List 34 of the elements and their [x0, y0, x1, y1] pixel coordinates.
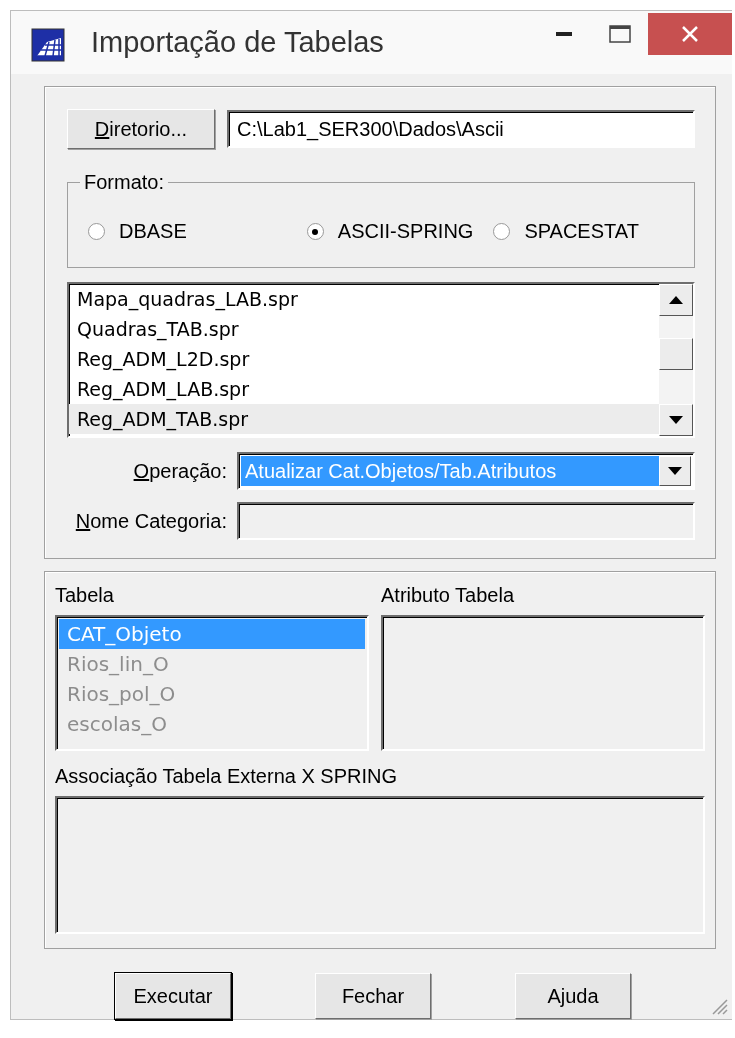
dropdown-arrow-icon: [668, 467, 682, 475]
file-item[interactable]: Mapa_quadras_LAB.spr: [69, 284, 659, 314]
association-label: Associação Tabela Externa X SPRING: [55, 765, 399, 788]
radio-option[interactable]: SPACESTAT: [493, 220, 639, 243]
dialog-button[interactable]: Ajuda: [515, 973, 631, 1019]
window-title: Importação de Tabelas: [91, 26, 385, 59]
file-item[interactable]: Reg_ADM_TAB.spr: [69, 404, 659, 434]
file-item[interactable]: Reg_ADM_L2D.spr: [69, 344, 659, 374]
up-arrow-icon: [669, 296, 683, 304]
radio-icon[interactable]: [493, 223, 511, 240]
scrollbar[interactable]: [659, 284, 693, 436]
operation-label: Operação:: [132, 459, 227, 483]
directory-button[interactable]: Diretorio...: [67, 109, 215, 149]
dialog-button[interactable]: Executar: [115, 973, 231, 1019]
close-button[interactable]: [648, 13, 732, 55]
path-field[interactable]: C:\Lab1_SER300\Dados\Ascii: [227, 110, 695, 148]
category-field[interactable]: [237, 502, 695, 540]
dialog-button[interactable]: Fechar: [315, 973, 431, 1019]
radio-icon[interactable]: [88, 223, 105, 240]
radio-option[interactable]: DBASE: [88, 220, 187, 243]
table-label: Tabela: [55, 584, 114, 606]
file-item[interactable]: Quadras_TAB.spr: [69, 314, 659, 344]
minimize-icon: [556, 32, 572, 36]
category-label: Nome Categoria:: [74, 509, 227, 533]
scroll-thumb[interactable]: [659, 338, 693, 370]
maximize-icon: [609, 25, 631, 43]
app-icon: [31, 28, 65, 62]
radio-option[interactable]: ASCII-SPRING: [306, 220, 474, 243]
close-icon: [681, 25, 699, 43]
down-arrow-icon: [669, 416, 683, 424]
attribute-label: Atributo Tabela: [381, 584, 515, 606]
group-title: Formato:: [83, 171, 166, 194]
file-item[interactable]: Reg_ADM_LAB.spr: [69, 374, 659, 404]
radio-icon[interactable]: [306, 223, 324, 240]
